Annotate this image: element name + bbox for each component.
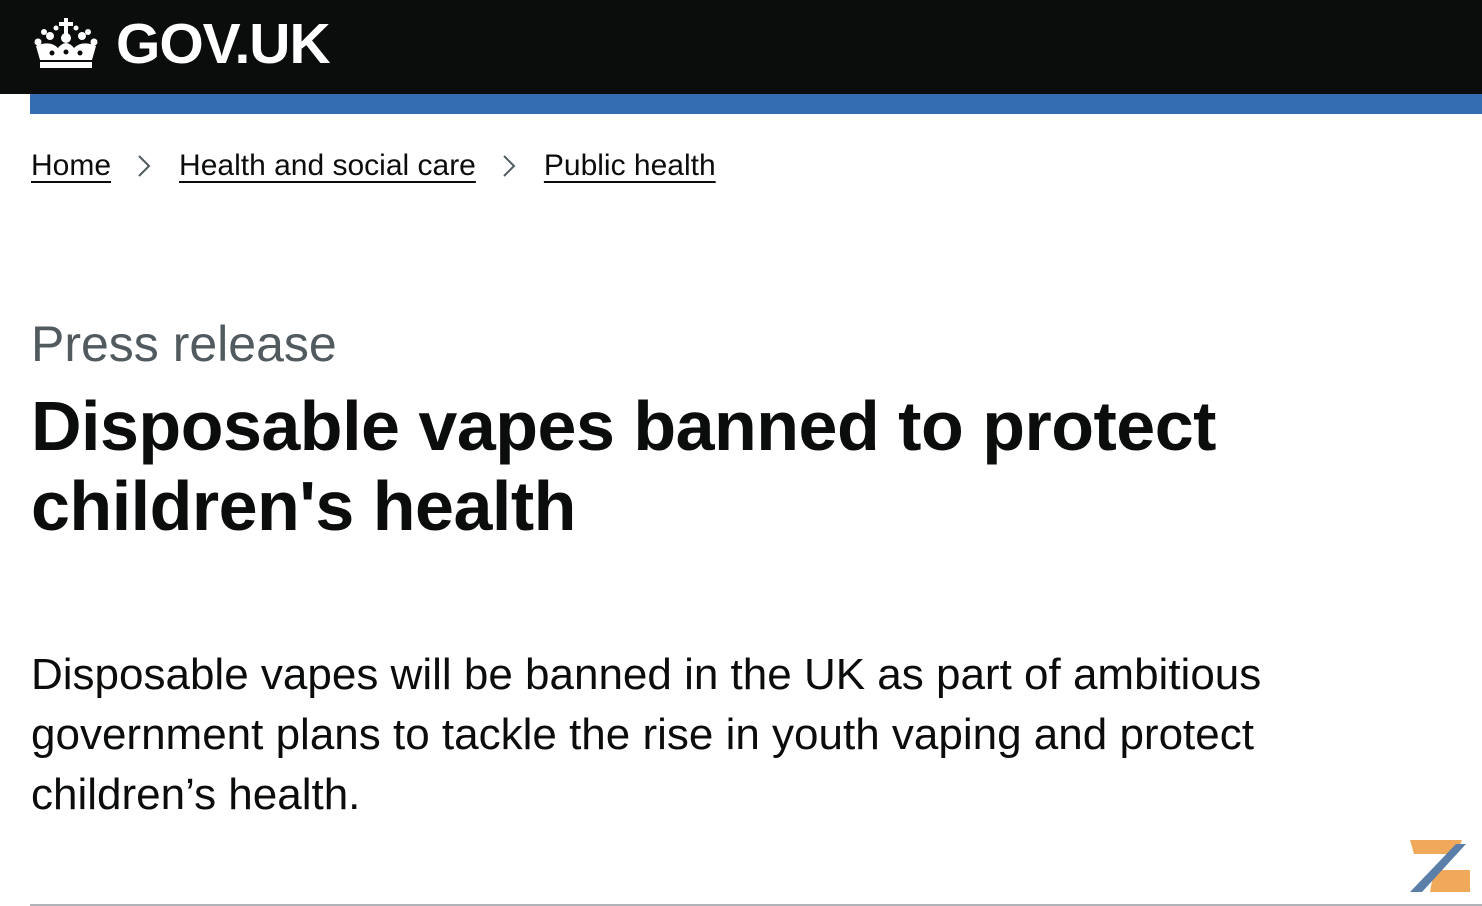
breadcrumb-public-health[interactable]: Public health [544,149,716,183]
breadcrumb-health-and-social-care[interactable]: Health and social care [179,149,476,183]
page-caption: Press release [31,316,337,372]
chevron-right-icon [128,151,162,181]
govuk-logo-text: GOV.UK [116,11,331,76]
crown-icon [34,18,98,68]
header-accent-bar [30,94,1482,114]
brand-logo-icon [1410,840,1470,892]
site-header: GOV.UK [0,0,1482,94]
lead-paragraph: Disposable vapes will be banned in the U… [31,650,1262,819]
breadcrumb-home[interactable]: Home [31,149,111,183]
breadcrumb: Home Health and social care Public healt… [31,144,716,188]
chevron-right-icon [493,151,527,181]
page-title: Disposable vapes banned to protect child… [31,387,1216,545]
govuk-home-link[interactable]: GOV.UK [30,11,331,76]
